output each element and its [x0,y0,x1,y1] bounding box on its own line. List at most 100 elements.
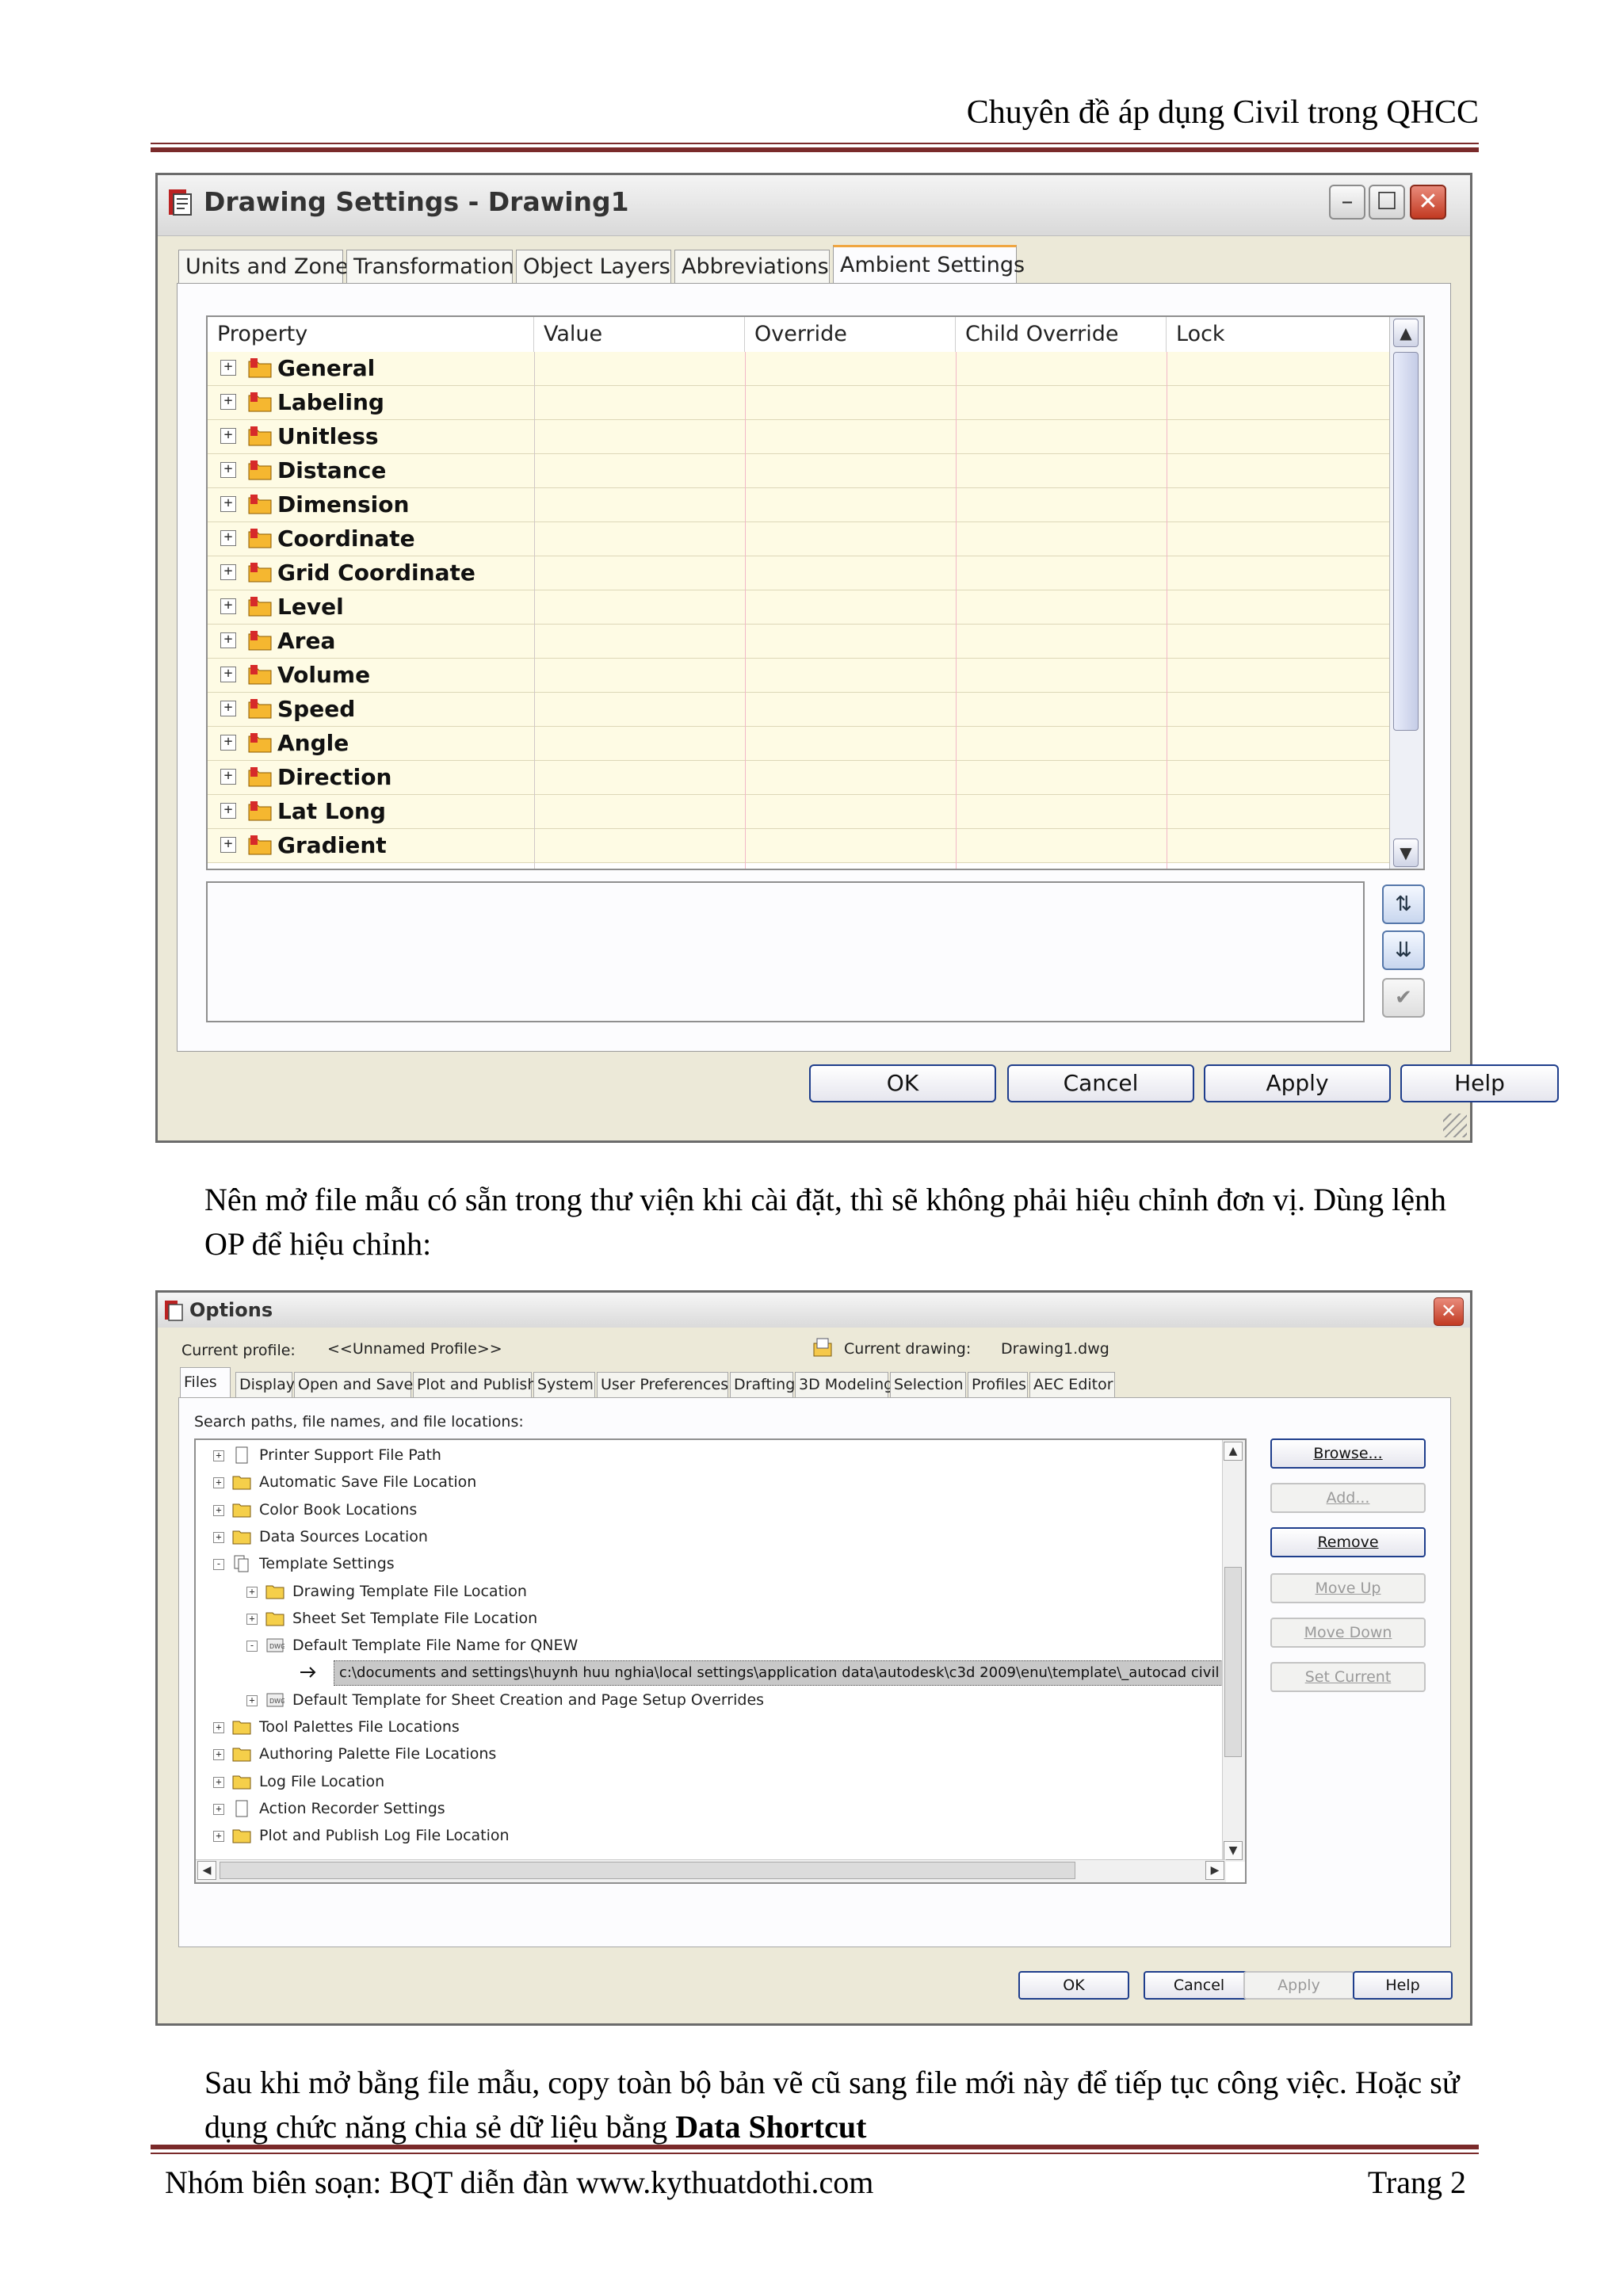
column-header-override[interactable]: Override [745,317,956,352]
ok-button[interactable]: OK [809,1064,996,1102]
scroll-thumb[interactable] [1393,352,1419,731]
selected-path-row[interactable]: c:\documents and settings\huynh huu nghi… [334,1660,1224,1686]
collapse-icon[interactable]: - [213,1559,224,1571]
help-button[interactable]: Help [1400,1064,1559,1102]
move-up-button[interactable]: Move Up [1270,1573,1426,1603]
tab-3d-modeling[interactable]: 3D Modeling [795,1372,893,1397]
collapse-icon[interactable]: - [246,1641,258,1652]
tree-node[interactable]: + Action Recorder Settings [196,1795,1218,1822]
browse-button[interactable]: Browse... [1270,1438,1426,1469]
expand-icon[interactable]: + [213,1803,224,1815]
expand-icon[interactable]: + [213,1450,224,1461]
add-button[interactable]: Add... [1270,1483,1426,1513]
expand-icon[interactable]: + [220,667,236,682]
tab-ambient-settings[interactable]: Ambient Settings [833,245,1025,285]
apply-button[interactable]: Apply [1243,1971,1354,2000]
expand-icon[interactable]: + [213,1722,224,1733]
expand-icon[interactable]: + [213,1831,224,1843]
remove-button[interactable]: Remove [1270,1527,1426,1557]
expand-icon[interactable]: + [246,1586,258,1598]
expand-icon[interactable]: + [220,360,236,376]
expand-icon[interactable]: + [220,564,236,580]
tree-node[interactable]: + Log File Location [196,1768,1218,1795]
ok-button[interactable]: OK [1018,1971,1129,2000]
tree-node[interactable]: + DWG Default Template for Sheet Creation … [196,1687,1218,1713]
apply-button[interactable]: Apply [1204,1064,1391,1102]
expand-icon[interactable]: + [213,1477,224,1489]
expand-icon[interactable]: + [220,598,236,614]
property-row[interactable]: + Labeling [208,386,1390,420]
scroll-left-icon[interactable]: ◀ [197,1861,216,1880]
minimize-button[interactable]: – [1329,185,1365,220]
close-button[interactable]: ✕ [1434,1297,1464,1326]
expand-icon[interactable]: + [213,1504,224,1516]
resize-grip-icon[interactable] [1443,1114,1467,1137]
scroll-down-icon[interactable]: ▼ [1224,1841,1243,1860]
tab-selection[interactable]: Selection [890,1372,966,1397]
property-row[interactable]: + Direction [208,761,1390,795]
expand-icon[interactable]: + [246,1613,258,1625]
scroll-up-icon[interactable]: ▲ [1393,319,1419,347]
tree-node[interactable]: + Data Sources Location [196,1523,1218,1550]
property-row[interactable]: + Grid Coordinate [208,556,1390,590]
vertical-scrollbar[interactable]: ▲ ▼ [1389,317,1423,869]
expand-icon[interactable]: + [220,632,236,648]
scroll-thumb[interactable] [1224,1567,1242,1757]
expand-icon[interactable]: + [246,1694,258,1706]
expand-icon[interactable]: + [213,1531,224,1543]
tree-node[interactable]: + Authoring Palette File Locations [196,1740,1218,1767]
title-bar[interactable]: Drawing Settings - Drawing1 – ☐ ✕ [158,175,1470,236]
column-header-lock[interactable]: Lock [1167,317,1390,352]
expand-icon[interactable]: + [220,496,236,512]
set-current-button[interactable]: Set Current [1270,1662,1426,1692]
tab-open-and-save[interactable]: Open and Save [294,1372,413,1397]
property-row[interactable]: + General [208,352,1390,386]
tree-node[interactable]: - Template Settings [196,1550,1218,1577]
tab-abbreviations[interactable]: Abbreviations [674,250,830,283]
property-row[interactable]: + Coordinate [208,522,1390,556]
property-row[interactable]: + Unitless [208,420,1390,454]
column-header-property[interactable]: Property [208,317,534,352]
expand-icon[interactable]: + [220,394,236,410]
property-row[interactable]: + Level [208,590,1390,625]
tree-node[interactable]: + Sheet Set Template File Location [196,1605,1218,1632]
tree-node[interactable]: + Color Book Locations [196,1496,1218,1523]
tree-node[interactable]: + Automatic Save File Location [196,1469,1218,1496]
expand-all-icon[interactable]: ⇅ [1382,884,1425,924]
tree-node[interactable]: + Plot and Publish Log File Location [196,1822,1218,1849]
close-button[interactable]: ✕ [1410,185,1446,220]
tab-system[interactable]: System [533,1372,595,1397]
tree-node[interactable]: + Printer Support File Path [196,1442,1218,1469]
tab-display[interactable]: Display [235,1372,295,1397]
scroll-thumb[interactable] [220,1862,1075,1879]
property-row[interactable]: + Speed [208,693,1390,727]
apply-check-icon[interactable]: ✔ [1382,978,1425,1018]
scroll-right-icon[interactable]: ▶ [1205,1861,1224,1880]
tree-node[interactable]: + Drawing Template File Location [196,1578,1218,1605]
scroll-up-icon[interactable]: ▲ [1224,1442,1243,1461]
tab-units-and-zone[interactable]: Units and Zone [178,250,349,283]
expand-icon[interactable]: + [220,769,236,785]
column-header-value[interactable]: Value [534,317,745,352]
cancel-button[interactable]: Cancel [1007,1064,1194,1102]
tab-files[interactable]: Files [180,1367,231,1399]
expand-icon[interactable]: + [220,701,236,716]
expand-icon[interactable]: + [220,428,236,444]
property-row[interactable]: + Distance [208,454,1390,488]
title-bar[interactable]: Options ✕ [158,1293,1470,1328]
expand-icon[interactable]: + [213,1749,224,1761]
scroll-down-icon[interactable]: ▼ [1393,839,1419,867]
cancel-button[interactable]: Cancel [1144,1971,1254,2000]
collapse-all-icon[interactable]: ⇊ [1382,930,1425,970]
expand-icon[interactable]: + [220,735,236,751]
help-button[interactable]: Help [1353,1971,1453,2000]
tab-profiles[interactable]: Profiles [968,1372,1028,1397]
tree-node[interactable]: - DWG Default Template File Name for QNEW [196,1632,1218,1659]
tab-aec-editor[interactable]: AEC Editor [1029,1372,1115,1397]
expand-icon[interactable]: + [213,1776,224,1788]
property-row[interactable]: + Lat Long [208,795,1390,829]
tab-plot-and-publish[interactable]: Plot and Publish [413,1372,537,1397]
vertical-scrollbar[interactable]: ▲ ▼ [1222,1440,1245,1862]
expand-icon[interactable]: + [220,837,236,853]
horizontal-scrollbar[interactable]: ◀ ▶ [196,1859,1226,1882]
